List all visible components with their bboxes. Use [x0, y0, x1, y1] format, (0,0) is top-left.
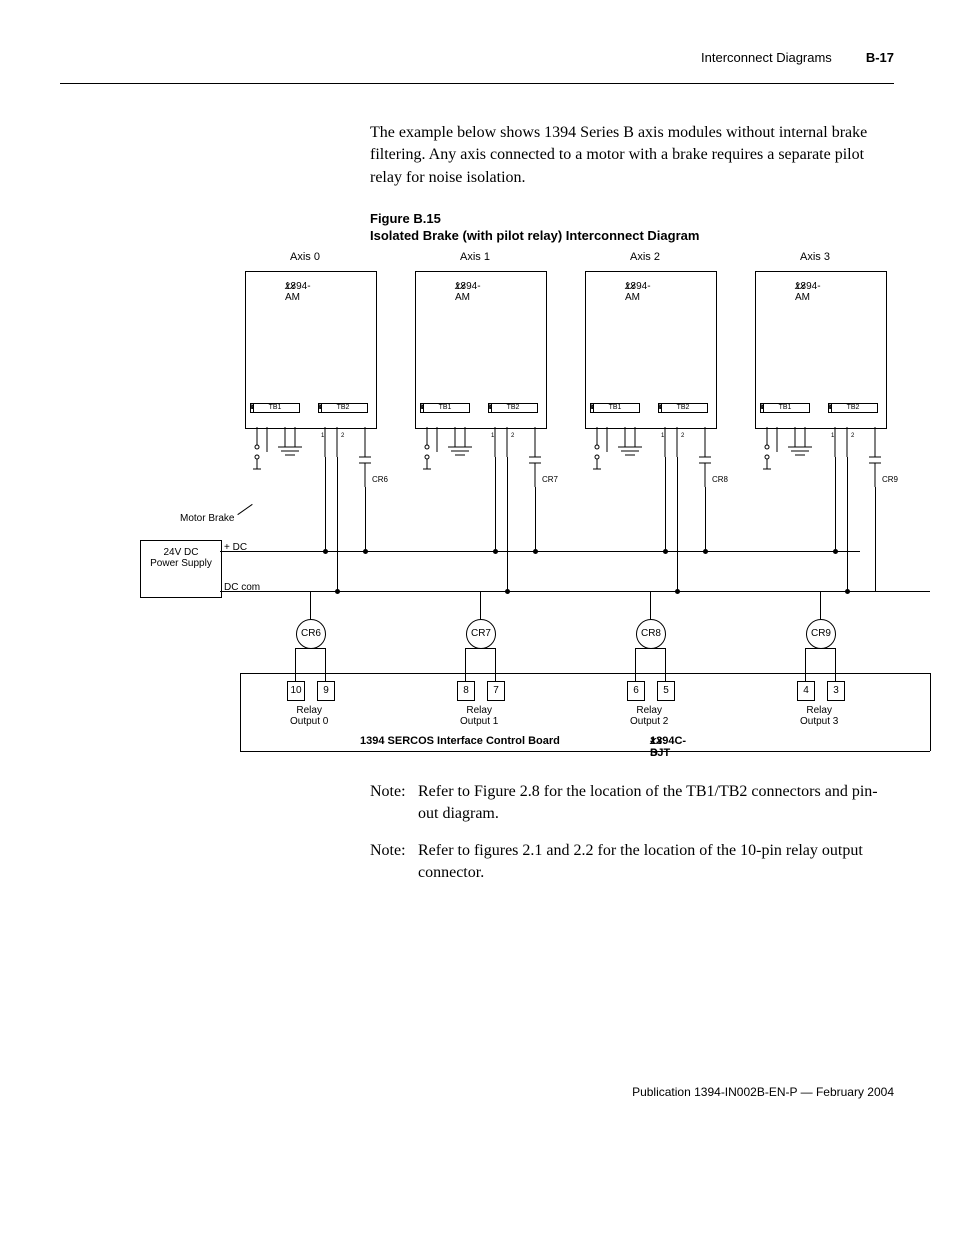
axis-0-pin-b: 9 [317, 681, 335, 701]
axis-0-drop3 [365, 487, 366, 551]
figure-caption: Figure B.15 Isolated Brake (with pilot r… [370, 211, 894, 245]
rail-pos [220, 551, 860, 552]
axis-1-schematic: 12 [415, 427, 550, 507]
board-top [240, 673, 930, 674]
axis-0-relay: Relay Output 0 [290, 705, 328, 727]
axis-3-label: Axis 3 [800, 251, 830, 263]
section-title: Interconnect Diagrams [701, 50, 832, 65]
axis-2-schematic: 12 [585, 427, 720, 507]
figure-title: Isolated Brake (with pilot relay) Interc… [370, 228, 894, 245]
axis-2-tb1: 1234 TB1 [590, 403, 640, 413]
svg-text:2: 2 [851, 433, 855, 439]
svg-text:2: 2 [681, 433, 685, 439]
intro-paragraph: The example below shows 1394 Series B ax… [370, 122, 894, 189]
axis-2-tb2: 1234 TB2 [658, 403, 708, 413]
publication-footer: Publication 1394-IN002B-EN-P — February … [60, 1085, 894, 1099]
axis-0-drop2 [337, 457, 338, 591]
axis-0-schematic: 12 [245, 427, 380, 507]
axis-1-tb2: 1234 TB2 [488, 403, 538, 413]
axis-2-cr-circle: CR8 [636, 619, 666, 649]
axis-0-cr-contact: CR6 [372, 475, 388, 484]
axis-1-pin-a: 8 [457, 681, 475, 701]
axis-1-tb1: 1234 TB1 [420, 403, 470, 413]
board-label-left: 1394 SERCOS Interface Control Board [360, 735, 560, 747]
axis-1-cr-contact: CR7 [542, 475, 558, 484]
axis-0-cr-circle: CR6 [296, 619, 326, 649]
svg-text:2: 2 [511, 433, 515, 439]
header-rule [60, 83, 894, 84]
rail-neg [220, 591, 930, 592]
axis-0-label: Axis 0 [290, 251, 320, 263]
note-2: Note: Refer to figures 2.1 and 2.2 for t… [370, 840, 894, 885]
axis-3-pin-a: 4 [797, 681, 815, 701]
axis-0-crline [310, 591, 311, 621]
axis-3-cr-contact: CR9 [882, 475, 898, 484]
axis-0-drop1 [325, 457, 326, 551]
figure-number: Figure B.15 [370, 211, 894, 228]
motor-brake-label: Motor Brake [180, 513, 234, 524]
axis-0-pin-a: 10 [287, 681, 305, 701]
svg-text:1: 1 [491, 433, 495, 439]
axis-0-tb2: 1234 TB2 [318, 403, 368, 413]
axis-3-relay: Relay Output 3 [800, 705, 838, 727]
axis-2-pin-b: 5 [657, 681, 675, 701]
axis-1-pin-b: 7 [487, 681, 505, 701]
interconnect-diagram: 1394 SERCOS Interface Control Board 1 3 9 4… [140, 251, 930, 763]
axis-3-schematic: 12 [755, 427, 890, 507]
figure-notes: Note: Refer to Figure 2.8 for the locati… [370, 781, 894, 885]
axis-2-relay: Relay Output 2 [630, 705, 668, 727]
svg-text:2: 2 [341, 433, 345, 439]
axis-1-relay: Relay Output 1 [460, 705, 498, 727]
psu-box: 24V DC Power Supply [140, 540, 222, 598]
svg-text:1: 1 [321, 433, 325, 439]
board-left [240, 673, 241, 751]
svg-text:1: 1 [661, 433, 665, 439]
axis-1-label: Axis 1 [460, 251, 490, 263]
board-bottom [240, 751, 930, 752]
note-1: Note: Refer to Figure 2.8 for the locati… [370, 781, 894, 826]
page-header: Interconnect Diagrams B-17 [60, 50, 894, 69]
axis-0-tb1: 1234 TB1 [250, 403, 300, 413]
board-right [930, 673, 931, 751]
axis-1-cr-circle: CR7 [466, 619, 496, 649]
axis-3-tb2: 1234 TB2 [828, 403, 878, 413]
axis-2-label: Axis 2 [630, 251, 660, 263]
axis-3-pin-b: 3 [827, 681, 845, 701]
axis-2-cr-contact: CR8 [712, 475, 728, 484]
svg-text:1: 1 [831, 433, 835, 439]
axis-3-cr-circle: CR9 [806, 619, 836, 649]
axis-3-tb1: 1234 TB1 [760, 403, 810, 413]
axis-2-pin-a: 6 [627, 681, 645, 701]
page-number: B-17 [866, 50, 894, 65]
